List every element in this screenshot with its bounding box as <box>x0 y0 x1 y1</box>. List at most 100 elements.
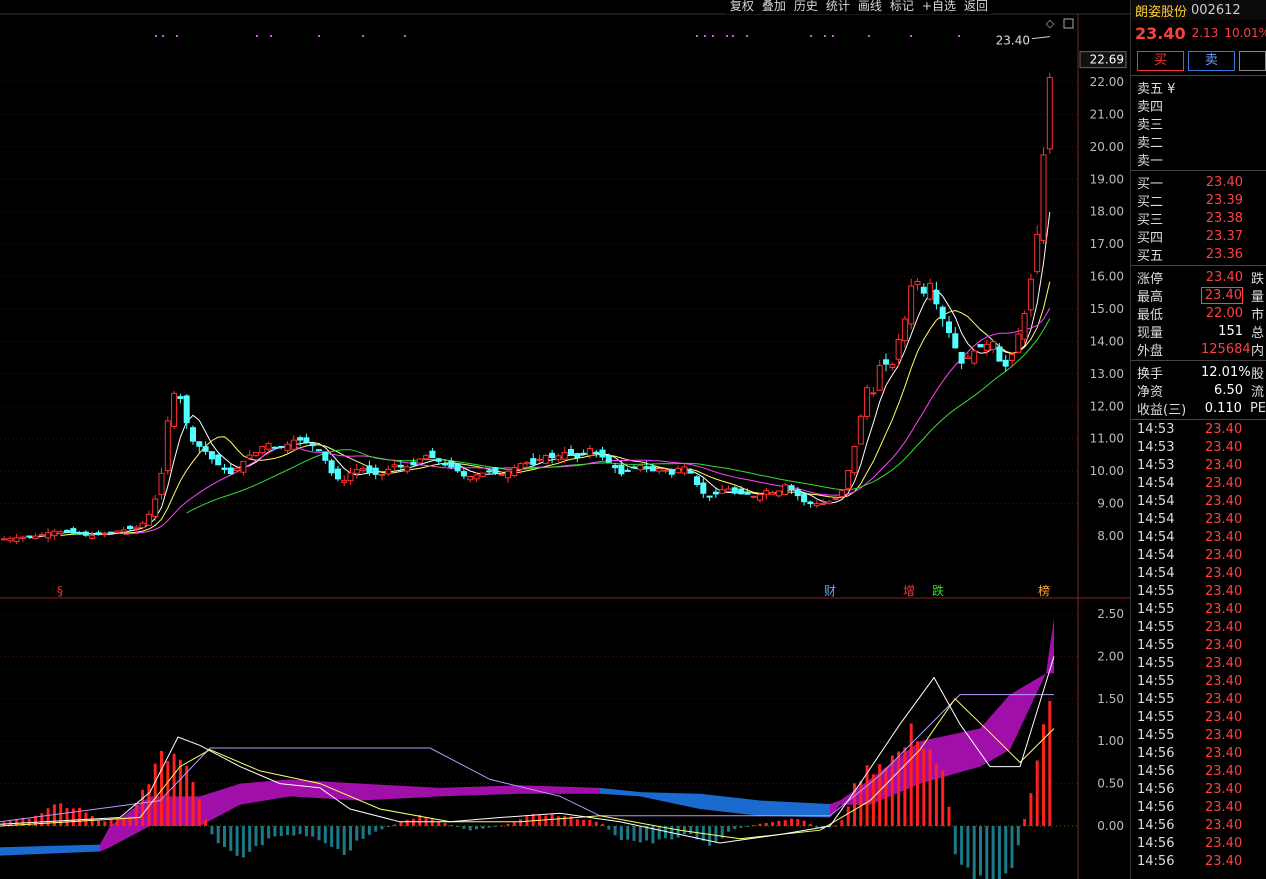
histogram-bar-positive <box>1023 819 1027 826</box>
last-price-pointer <box>1031 36 1051 40</box>
tick-row[interactable]: 14:53 23.40 <box>1131 438 1266 456</box>
menu-item-1[interactable]: 叠加 <box>757 0 790 14</box>
kline-chart[interactable]: 22.00 21.00 20.00 19.00 18.00 17.00 16.00 15.00… <box>0 0 1130 879</box>
tick-row[interactable]: 14:55 23.40 <box>1131 582 1266 600</box>
cloud-band-down <box>0 844 100 856</box>
candle-up <box>813 503 820 507</box>
tick-time: 14:55 <box>1137 709 1175 725</box>
tick-row[interactable]: 14:56 23.40 <box>1131 780 1266 798</box>
candle-up <box>889 364 896 368</box>
tick-row[interactable]: 14:55 23.40 <box>1131 690 1266 708</box>
candle-up <box>681 466 688 474</box>
candle-up <box>820 503 826 506</box>
candle-up <box>479 472 486 477</box>
tick-row[interactable]: 14:55 23.40 <box>1131 672 1266 690</box>
candle-down <box>366 465 373 474</box>
histogram-bar-negative <box>292 826 296 836</box>
price-tick-label: 18.00 <box>1090 205 1124 219</box>
tick-row[interactable]: 14:54 23.40 <box>1131 474 1266 492</box>
menu-item-0[interactable]: 复权 <box>725 0 758 14</box>
candle-up <box>259 445 266 454</box>
tick-row[interactable]: 14:54 23.40 <box>1131 510 1266 528</box>
candle-up <box>51 530 58 537</box>
more-button[interactable] <box>1238 50 1266 71</box>
histogram-bar-negative <box>745 826 749 827</box>
tick-row[interactable]: 14:56 23.40 <box>1131 762 1266 780</box>
tick-price: 23.40 <box>1205 835 1243 851</box>
bid_rows-value: 23.39 <box>1205 192 1243 208</box>
tick-price: 23.40 <box>1205 457 1243 473</box>
histogram-bar-negative <box>960 826 964 865</box>
stats1-label: 最低 <box>1137 307 1164 323</box>
tick-row[interactable]: 14:55 23.40 <box>1131 726 1266 744</box>
indicator-tick-label: 2.50 <box>1097 607 1124 621</box>
event-marker: 跌 <box>932 583 944 598</box>
sell-button[interactable]: 卖 <box>1187 50 1235 71</box>
histogram-bar-negative <box>323 826 327 844</box>
histogram-bar-positive <box>109 819 113 826</box>
candle-up <box>1027 278 1034 311</box>
candle-up <box>32 535 39 540</box>
tick-row[interactable]: 14:55 23.40 <box>1131 654 1266 672</box>
current-price-tag-label: 22.69 <box>1090 53 1124 67</box>
candle-up <box>38 533 45 537</box>
histogram-bar-positive <box>777 820 781 826</box>
price-tick-label: 20.00 <box>1090 140 1124 154</box>
menu-item-2[interactable]: 历史 <box>789 0 822 14</box>
histogram-bar-negative <box>468 826 472 831</box>
tick-row[interactable]: 14:53 23.40 <box>1131 420 1266 438</box>
candle-up <box>120 529 127 533</box>
tick-row[interactable]: 14:53 23.40 <box>1131 456 1266 474</box>
tick-row[interactable]: 14:56 23.40 <box>1131 798 1266 816</box>
tick-row[interactable]: 14:55 23.40 <box>1131 636 1266 654</box>
tick-row[interactable]: 14:55 23.40 <box>1131 600 1266 618</box>
tick-price: 23.40 <box>1205 745 1243 761</box>
menu-item-6[interactable]: +自选 <box>917 0 960 14</box>
tick-time: 14:56 <box>1137 853 1175 869</box>
tick-row[interactable]: 14:54 23.40 <box>1131 492 1266 510</box>
histogram-bar-positive <box>500 825 504 827</box>
menu-item-5[interactable]: 标记 <box>885 0 918 14</box>
tick-time: 14:54 <box>1137 529 1175 545</box>
menu-item-7[interactable]: 返回 <box>959 0 992 14</box>
tick-time: 14:55 <box>1137 601 1175 617</box>
stats2-value: 12.01% <box>1201 364 1251 380</box>
cloud-band-up <box>100 826 110 852</box>
histogram-bar-positive <box>594 821 598 826</box>
menu-item-4[interactable]: 画线 <box>853 0 886 14</box>
tick-row[interactable]: 14:54 23.40 <box>1131 528 1266 546</box>
tick-row[interactable]: 14:55 23.40 <box>1131 708 1266 726</box>
tick-row[interactable]: 14:56 23.40 <box>1131 852 1266 870</box>
tick-time: 14:55 <box>1137 637 1175 653</box>
histogram-bar-negative <box>657 826 661 840</box>
event-marker: 增 <box>903 584 915 598</box>
histogram-bar-positive <box>412 818 415 826</box>
tick-row[interactable]: 14:56 23.40 <box>1131 744 1266 762</box>
tick-row[interactable]: 14:55 23.40 <box>1131 618 1266 636</box>
tick-row[interactable]: 14:56 23.40 <box>1131 816 1266 834</box>
histogram-bar-negative <box>979 826 982 876</box>
menu-item-3[interactable]: 统计 <box>821 0 854 14</box>
tick-list[interactable]: 14:53 23.40 14:53 23.40 14:53 23.40 14:54 23.40… <box>1131 420 1266 870</box>
candle-up <box>914 280 921 286</box>
candle-down <box>127 525 133 530</box>
candle-up <box>379 473 385 476</box>
price-change: 2.13 <box>1191 26 1219 40</box>
tick-time: 14:53 <box>1137 457 1175 473</box>
histogram-bar-positive <box>393 824 397 826</box>
tick-row[interactable]: 14:54 23.40 <box>1131 546 1266 564</box>
candle-up <box>164 420 171 472</box>
candle-up <box>284 443 291 452</box>
stats2-value: 0.110 <box>1204 400 1242 416</box>
bid_rows-row: 买四 23.37 <box>1131 227 1266 246</box>
kline-chart-area[interactable]: 22.00 21.00 20.00 19.00 18.00 17.00 16.00 15.00… <box>0 0 1130 879</box>
tick-row[interactable]: 14:54 23.40 <box>1131 564 1266 582</box>
tick-price: 23.40 <box>1205 439 1243 455</box>
buy-button[interactable]: 买 <box>1137 50 1184 71</box>
histogram-bar-positive <box>922 748 926 826</box>
histogram-bar-negative <box>298 826 302 835</box>
price-tick-label: 19.00 <box>1090 172 1124 186</box>
candle-down <box>738 488 745 495</box>
candle-up <box>523 461 530 465</box>
tick-row[interactable]: 14:56 23.40 <box>1131 834 1266 852</box>
